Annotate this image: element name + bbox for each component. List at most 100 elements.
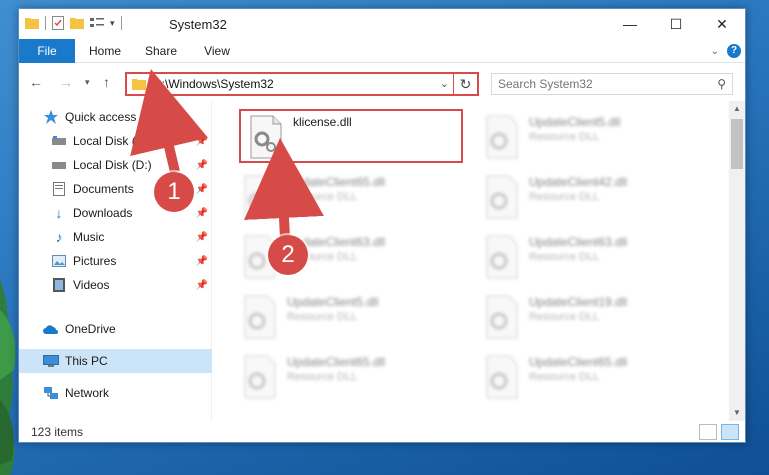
sidebar-item-quick-access[interactable]: Quick access — [19, 105, 212, 129]
vertical-scrollbar[interactable]: ▲ ▼ — [729, 101, 745, 421]
music-icon: ♪ — [55, 229, 63, 245]
videos-icon — [51, 277, 67, 293]
file-name: UpdateClient5.dll — [287, 295, 379, 309]
scroll-up-icon[interactable]: ▲ — [729, 101, 745, 117]
dll-file-icon — [486, 355, 518, 399]
downloads-icon: ↓ — [55, 205, 63, 221]
ribbon-right-controls: ⌄ ? — [711, 44, 741, 58]
sidebar-item-label: Downloads — [73, 206, 133, 220]
file-name: UpdateClient19.dll — [529, 295, 628, 309]
file-type: Resource DLL — [529, 131, 600, 143]
search-icon[interactable]: ⚲ — [717, 77, 726, 91]
tiles-view-icon[interactable] — [721, 424, 739, 440]
window-controls: — ☐ ✕ — [607, 9, 745, 39]
up-arrow-icon[interactable]: ↑ — [103, 74, 110, 90]
cloud-icon — [43, 321, 59, 337]
sidebar-item-onedrive[interactable]: OneDrive — [19, 317, 212, 341]
maximize-button[interactable]: ☐ — [653, 9, 699, 39]
network-icon — [43, 385, 59, 401]
expand-ribbon-chevron-icon[interactable]: ⌄ — [711, 46, 719, 57]
item-count: 123 items — [31, 425, 84, 439]
scroll-thumb[interactable] — [731, 119, 743, 169]
pin-icon[interactable]: 📌 — [196, 184, 208, 195]
tab-share[interactable]: Share — [137, 39, 185, 63]
file-type: Resource DLL — [529, 371, 600, 383]
pictures-icon — [51, 253, 67, 269]
list-item[interactable]: klicense.dll — [241, 111, 465, 163]
new-folder-icon[interactable] — [70, 17, 84, 29]
sidebar-item-label: Documents — [73, 182, 134, 196]
dll-file-icon — [486, 175, 518, 219]
pin-icon[interactable]: 📌 — [196, 232, 208, 243]
pin-icon[interactable]: 📌 — [196, 160, 208, 171]
customize-toolbar-chevron-icon[interactable]: ▾ — [110, 18, 115, 29]
folder-icon — [25, 18, 39, 29]
recent-locations-chevron-icon[interactable]: ▾ — [85, 77, 90, 88]
back-arrow-icon[interactable]: ← — [29, 74, 43, 90]
toolbar-separator — [45, 16, 46, 30]
scroll-down-icon[interactable]: ▼ — [729, 405, 745, 421]
toolbar-separator — [120, 16, 122, 30]
list-item[interactable]: UpdateClient63.dll Resource DLL — [477, 231, 701, 283]
sidebar-item-music[interactable]: ♪ Music 📌 — [19, 225, 212, 249]
list-item[interactable]: UpdateClient65.dll Resource DLL — [235, 351, 459, 403]
sidebar-item-this-pc[interactable]: This PC — [19, 349, 212, 373]
tab-file[interactable]: File — [19, 39, 75, 63]
file-name: UpdateClient42.dll — [529, 175, 628, 189]
highlighted-file-item[interactable]: klicense.dll — [239, 109, 463, 163]
drive-icon — [51, 157, 67, 173]
sidebar-item-pictures[interactable]: Pictures 📌 — [19, 249, 212, 273]
list-item[interactable]: UpdateClient42.dll Resource DLL — [477, 171, 701, 223]
dll-file-icon — [250, 115, 282, 159]
close-button[interactable]: ✕ — [699, 9, 745, 39]
address-path[interactable]: C:\Windows\System32 — [153, 77, 274, 91]
step-1-badge: 1 — [154, 172, 194, 212]
dll-file-icon — [486, 115, 518, 159]
window-title: System32 — [169, 17, 227, 32]
pin-icon[interactable]: 📌 — [196, 136, 208, 147]
dll-file-icon — [486, 295, 518, 339]
file-type: Resource DLL — [287, 311, 358, 323]
sidebar-item-label: Quick access — [65, 110, 137, 124]
forward-arrow-icon[interactable]: → — [59, 74, 73, 90]
dll-file-icon — [486, 235, 518, 279]
help-icon[interactable]: ? — [727, 44, 741, 58]
pc-icon — [43, 353, 59, 369]
sidebar-item-local-disk-c[interactable]: Local Disk (C:) 📌 — [19, 129, 212, 153]
tab-view[interactable]: View — [195, 39, 239, 63]
file-name: UpdateClient65.dll — [287, 355, 386, 369]
list-item[interactable]: UpdateClient5.dll Resource DLL — [235, 291, 459, 343]
list-item[interactable]: UpdateClient5.dll Resource DLL — [477, 111, 701, 163]
navigation-pane: Quick access Local Disk (C:) 📌 Local Dis… — [19, 101, 212, 421]
refresh-icon[interactable]: ↻ — [453, 72, 477, 96]
file-name: UpdateClient5.dll — [529, 115, 621, 129]
file-type: Resource DLL — [529, 191, 600, 203]
pin-icon[interactable]: 📌 — [196, 280, 208, 291]
list-item[interactable]: UpdateClient19.dll Resource DLL — [477, 291, 701, 343]
address-field[interactable]: C:\Windows\System32 ⌄ ↻ — [125, 72, 479, 96]
list-item[interactable]: UpdateClient65.dll Resource DLL — [235, 171, 459, 223]
pin-icon[interactable]: 📌 — [196, 208, 208, 219]
sidebar-item-network[interactable]: Network — [19, 381, 212, 405]
tab-home[interactable]: Home — [81, 39, 129, 63]
step-2-badge: 2 — [268, 235, 308, 275]
sidebar-item-videos[interactable]: Videos 📌 — [19, 273, 212, 297]
file-name: klicense.dll — [293, 115, 352, 129]
sidebar-item-label: Local Disk (D:) — [73, 158, 152, 172]
pin-icon[interactable]: 📌 — [196, 256, 208, 267]
minimize-button[interactable]: — — [607, 9, 653, 39]
search-input[interactable] — [492, 74, 712, 94]
address-dropdown-chevron-icon[interactable]: ⌄ — [440, 77, 449, 90]
search-box[interactable]: ⚲ — [491, 73, 733, 95]
file-type: Resource DLL — [287, 371, 358, 383]
details-view-icon[interactable] — [699, 424, 717, 440]
dll-file-icon — [244, 175, 276, 219]
dll-file-icon — [244, 355, 276, 399]
ribbon-tabs: File Home Share View ⌄ ? — [19, 39, 745, 63]
properties-icon[interactable] — [52, 16, 64, 30]
view-options-icon[interactable] — [90, 17, 104, 29]
list-item[interactable]: UpdateClient65.dll Resource DLL — [477, 351, 701, 403]
file-name: UpdateClient65.dll — [287, 175, 386, 189]
file-type: Resource DLL — [287, 191, 358, 203]
sidebar-item-label: Music — [73, 230, 105, 244]
